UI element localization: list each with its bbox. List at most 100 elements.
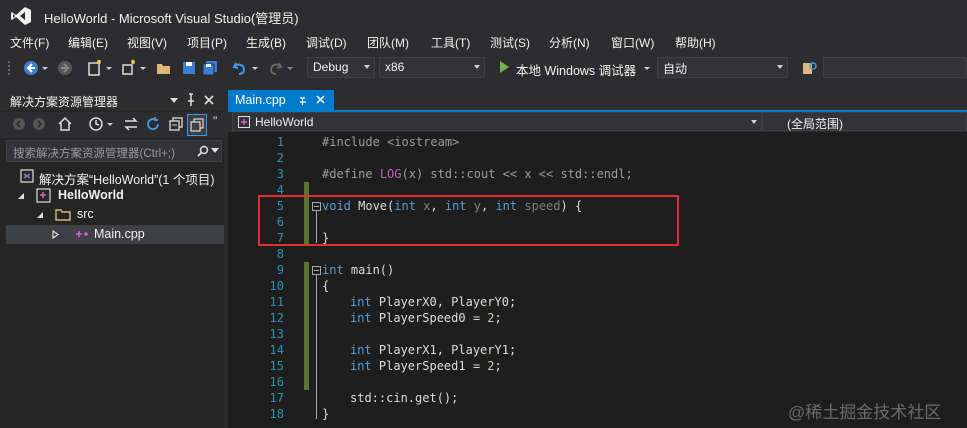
solution-explorer-toolbar: " — [0, 112, 224, 138]
overflow-icon[interactable]: " — [213, 114, 217, 128]
add-item-icon[interactable] — [120, 59, 138, 77]
menu-build[interactable]: 生成(B) — [246, 34, 286, 51]
keyword: int — [350, 311, 372, 325]
mode-dropdown[interactable]: 自动 — [657, 57, 788, 78]
menu-project[interactable]: 项目(P) — [187, 34, 227, 51]
search-icon[interactable] — [197, 145, 209, 157]
platform-value: x86 — [385, 60, 405, 74]
search-options-icon[interactable] — [211, 148, 219, 154]
new-project-dropdown-icon[interactable] — [105, 59, 113, 77]
undo-icon[interactable] — [231, 59, 249, 77]
semicolon: ; — [494, 359, 502, 373]
expanded-arrow-icon[interactable] — [17, 192, 25, 200]
pin-icon[interactable] — [186, 93, 196, 107]
tree-item-file[interactable]: Main.cpp — [6, 225, 224, 244]
toolbar-grip-icon — [8, 61, 10, 75]
open-file-icon[interactable] — [155, 59, 173, 77]
redo-dropdown-icon[interactable] — [286, 59, 294, 77]
menu-analyze[interactable]: 分析(N) — [549, 34, 590, 51]
line-number: 16 — [269, 375, 284, 389]
menu-view[interactable]: 视图(V) — [127, 34, 167, 51]
tree-item-solution[interactable]: 解决方案“HelloWorld”(1 个项目) — [0, 168, 224, 187]
find-in-files-icon[interactable] — [801, 59, 819, 77]
pending-changes-icon[interactable] — [88, 116, 104, 132]
tab-main-cpp[interactable]: Main.cpp — [228, 90, 334, 110]
run-target-dropdown-icon[interactable] — [643, 59, 651, 77]
close-tab-icon[interactable] — [316, 95, 325, 104]
watermark: @稀土掘金技术社区 — [788, 403, 942, 422]
menu-edit[interactable]: 编辑(E) — [68, 34, 108, 51]
home-icon[interactable] — [57, 116, 73, 132]
line-number: 8 — [276, 247, 284, 261]
close-icon[interactable] — [204, 95, 214, 105]
search-placeholder: 搜索解决方案资源管理器(Ctrl+;) — [13, 148, 175, 160]
add-item-dropdown-icon[interactable] — [139, 59, 147, 77]
forward-icon[interactable] — [56, 59, 74, 77]
preprocessor-token: #include — [322, 135, 380, 149]
expanded-arrow-icon[interactable] — [36, 211, 44, 219]
closing-brace: } — [322, 407, 330, 421]
platform-dropdown[interactable]: x86 — [379, 57, 485, 78]
menu-window[interactable]: 窗口(W) — [611, 34, 654, 51]
menu-help[interactable]: 帮助(H) — [675, 34, 716, 51]
solution-search-input[interactable]: 搜索解决方案资源管理器(Ctrl+;) — [6, 140, 222, 162]
code-line: 8 — [228, 246, 967, 262]
tab-label: Main.cpp — [235, 93, 286, 107]
save-all-icon[interactable] — [201, 59, 219, 77]
collapsed-arrow-icon[interactable] — [52, 230, 60, 239]
pin-tab-icon[interactable] — [299, 96, 307, 106]
preprocessor-token: #define — [322, 167, 373, 181]
solution-explorer-title: 解决方案资源管理器 — [10, 95, 119, 109]
new-project-icon[interactable] — [86, 59, 104, 77]
tree-item-project[interactable]: HelloWorld — [0, 187, 224, 205]
visual-studio-logo-icon — [11, 7, 31, 25]
line-number: 9 — [276, 263, 284, 277]
line-number: 12 — [269, 311, 284, 325]
cpp-project-icon — [36, 188, 51, 203]
back-icon[interactable] — [22, 59, 40, 77]
project-scope-dropdown[interactable]: HelloWorld — [232, 112, 762, 131]
code-editor[interactable]: 1 #include <iostream> 2 3 #define LOG(x)… — [228, 132, 967, 428]
collapse-icon[interactable] — [312, 266, 321, 275]
sync-icon[interactable] — [123, 116, 139, 132]
number-literal: 2 — [487, 311, 495, 325]
code-line: 3 #define LOG(x) std::cout << x << std::… — [228, 166, 967, 182]
global-scope-dropdown[interactable]: (全局范围) — [762, 112, 967, 131]
cpp-project-icon — [238, 116, 250, 128]
redo-icon[interactable] — [266, 59, 284, 77]
filter-folder-icon — [55, 209, 71, 221]
configuration-dropdown[interactable]: Debug — [307, 57, 375, 78]
tree-item-folder[interactable]: src — [0, 206, 224, 224]
chevron-down-icon — [751, 120, 757, 124]
start-debug-icon[interactable] — [497, 60, 511, 74]
menu-debug[interactable]: 调试(D) — [306, 34, 347, 51]
menu-file[interactable]: 文件(F) — [10, 34, 49, 51]
keyword: int — [322, 263, 344, 277]
line-number: 13 — [269, 327, 284, 341]
file-label: Main.cpp — [94, 227, 145, 241]
quick-search-input[interactable] — [823, 57, 967, 78]
back-icon[interactable] — [12, 117, 26, 131]
undo-dropdown-icon[interactable] — [251, 59, 259, 77]
opening-brace: { — [322, 279, 330, 293]
pending-changes-dropdown-icon[interactable] — [106, 116, 114, 132]
back-dropdown-icon[interactable] — [41, 59, 49, 77]
collapse-all-icon[interactable] — [168, 116, 184, 132]
chevron-down-icon — [364, 65, 370, 69]
show-all-files-button[interactable] — [187, 114, 207, 136]
code-line: 11 int PlayerX0, PlayerY0; — [228, 294, 967, 310]
line-number: 1 — [276, 135, 284, 149]
menu-team[interactable]: 团队(M) — [367, 34, 409, 51]
keyword: int — [350, 295, 372, 309]
refresh-icon[interactable] — [145, 116, 161, 132]
start-debug-button[interactable]: 本地 Windows 调试器 — [516, 60, 636, 79]
navigation-bar: HelloWorld (全局范围) — [228, 112, 967, 132]
number-literal: 2 — [487, 359, 495, 373]
chevron-down-icon — [474, 65, 480, 69]
forward-icon[interactable] — [32, 117, 46, 131]
menu-tools[interactable]: 工具(T) — [431, 34, 470, 51]
menu-test[interactable]: 测试(S) — [490, 34, 530, 51]
save-icon[interactable] — [180, 59, 198, 77]
panel-menu-icon[interactable] — [170, 96, 178, 104]
